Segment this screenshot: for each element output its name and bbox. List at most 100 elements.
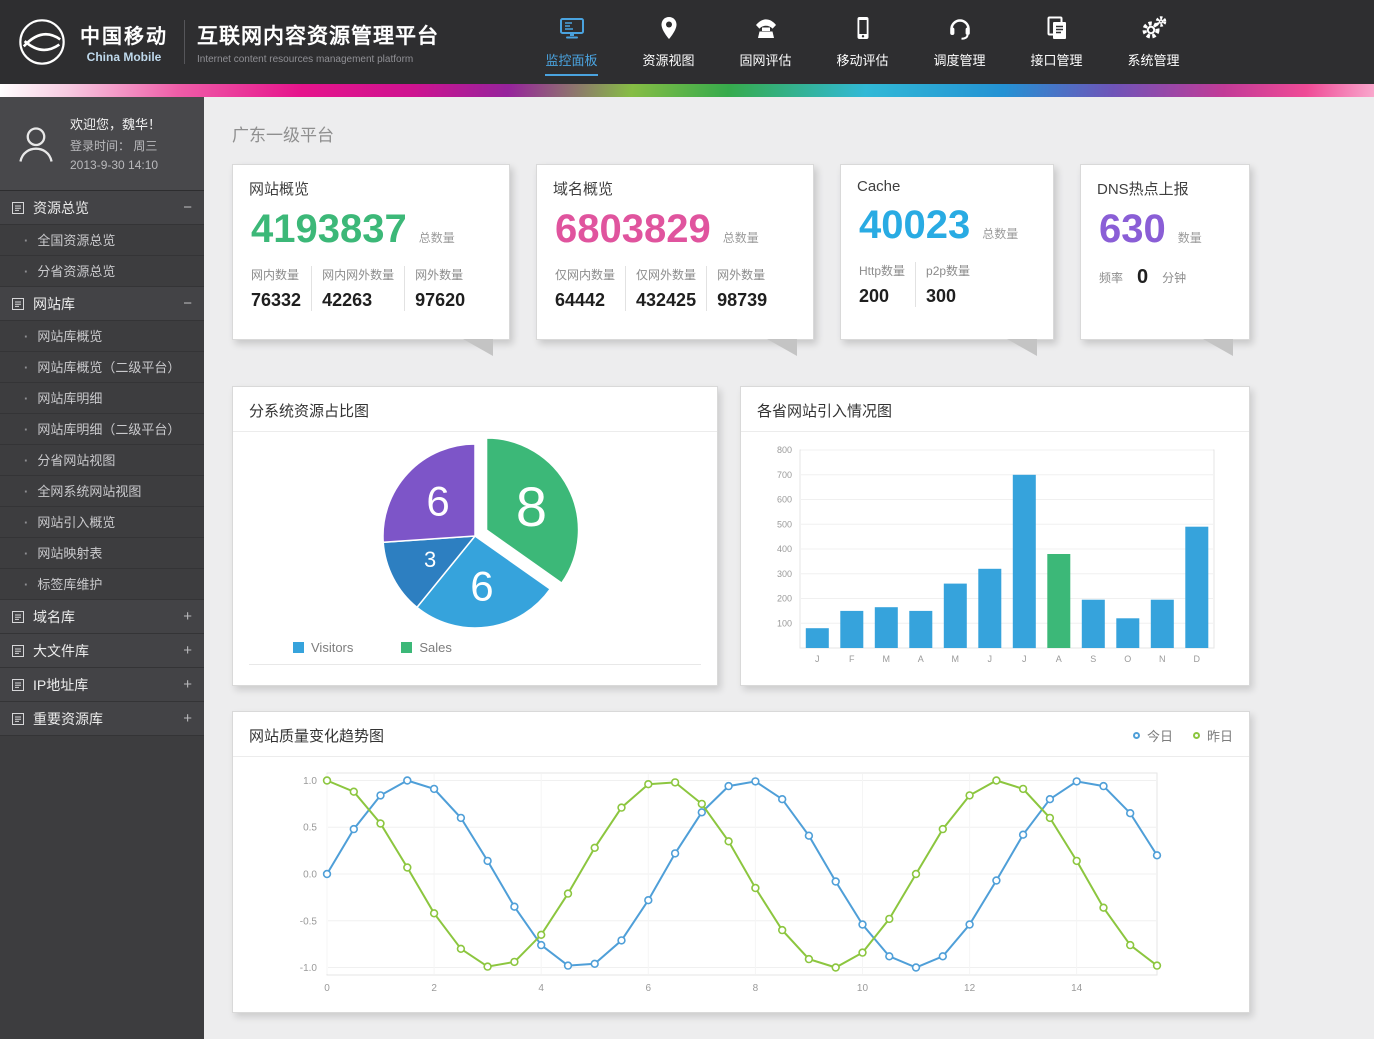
y-tick-label: 700 xyxy=(777,470,792,480)
sidebar-item-website-lib-3[interactable]: 网站库明细（二级平台） xyxy=(0,414,204,445)
x-tick-label: J xyxy=(815,654,820,664)
platform-title: 互联网内容资源管理平台 xyxy=(197,20,439,50)
sidebar-item-website-lib-4[interactable]: 分省网站视图 xyxy=(0,445,204,476)
nav-item-dispatch-mgmt[interactable]: 调度管理 xyxy=(911,9,1008,76)
data-point xyxy=(1073,778,1080,785)
card-big-number: 40023 xyxy=(859,203,970,248)
collapse-minus-icon[interactable]: − xyxy=(183,199,192,216)
data-point xyxy=(779,796,786,803)
y-tick-label: -0.5 xyxy=(300,916,318,927)
sidebar-group-website-lib[interactable]: 网站库− xyxy=(0,287,204,321)
bar-8-S[interactable] xyxy=(1082,600,1105,648)
top-nav: 监控面板资源视图固网评估移动评估调度管理接口管理系统管理 xyxy=(523,9,1202,76)
sidebar-menu-group: IP地址库+ xyxy=(0,668,204,702)
brand: 中国移动 China Mobile 互联网内容资源管理平台 Internet c… xyxy=(0,16,439,68)
bar-10-N[interactable] xyxy=(1151,600,1174,648)
card-title: 网站概览 xyxy=(249,178,493,199)
x-tick-label: F xyxy=(849,654,855,664)
sidebar-item-resource-overview-1[interactable]: 分省资源总览 xyxy=(0,256,204,287)
menu-grid-icon xyxy=(12,645,24,657)
platform-subtitle: Internet content resources management pl… xyxy=(197,54,439,65)
bar-5-J[interactable] xyxy=(978,569,1001,648)
pie-chart-mount: 8636 xyxy=(233,432,717,636)
legend-item-Visitors: Visitors xyxy=(293,640,353,655)
data-point xyxy=(484,858,491,865)
sidebar-group-important-resource-lib[interactable]: 重要资源库+ xyxy=(0,702,204,736)
legend-swatch xyxy=(293,642,304,653)
sidebar-group-resource-overview[interactable]: 资源总览 − xyxy=(0,191,204,225)
bar-4-M[interactable] xyxy=(944,584,967,648)
sidebar-item-website-lib-8[interactable]: 标签库维护 xyxy=(0,569,204,600)
line-legend: 今日昨日 xyxy=(1133,726,1233,745)
nav-item-label: 监控面板 xyxy=(545,50,597,76)
sidebar-item-website-lib-5[interactable]: 全网系统网站视图 xyxy=(0,476,204,507)
nav-item-fixednet-eval[interactable]: 固网评估 xyxy=(717,9,814,76)
expand-plus-icon[interactable]: + xyxy=(183,710,192,727)
nav-item-resource-view[interactable]: 资源视图 xyxy=(620,9,717,76)
stat-card-domain-overview: 域名概览6803829总数量仅网内数量64442仅网外数量432425网外数量9… xyxy=(536,164,814,340)
bar-panel: 各省网站引入情况图 100200300400500600700800JFMAMJ… xyxy=(740,386,1250,686)
expand-plus-icon[interactable]: + xyxy=(183,608,192,625)
bar-0-J[interactable] xyxy=(806,628,829,648)
data-point xyxy=(939,953,946,960)
data-point xyxy=(538,942,545,949)
nav-item-interface-mgmt[interactable]: 接口管理 xyxy=(1008,9,1105,76)
sidebar-item-website-lib-1[interactable]: 网站库概览（二级平台） xyxy=(0,352,204,383)
data-point xyxy=(458,945,465,952)
line-chart: -1.0-0.50.00.51.002468101214 xyxy=(235,759,1247,1007)
data-point xyxy=(993,877,1000,884)
data-point xyxy=(431,786,438,793)
data-point xyxy=(1127,810,1134,817)
card-big-label: 总数量 xyxy=(982,225,1018,242)
y-tick-label: 100 xyxy=(777,618,792,628)
sidebar-item-website-lib-0[interactable]: 网站库概览 xyxy=(0,321,204,352)
bar-panel-header: 各省网站引入情况图 xyxy=(741,387,1249,432)
data-point xyxy=(377,820,384,827)
x-tick-label: 2 xyxy=(431,983,437,994)
expand-plus-icon[interactable]: + xyxy=(183,676,192,693)
sidebar-group-bigfile-lib[interactable]: 大文件库+ xyxy=(0,634,204,668)
bar-chart: 100200300400500600700800JFMAMJJASOND xyxy=(742,436,1248,678)
sidebar-group-ip-address-lib[interactable]: IP地址库+ xyxy=(0,668,204,702)
data-point xyxy=(698,801,705,808)
data-point xyxy=(565,962,572,969)
sidebar-item-website-lib-2[interactable]: 网站库明细 xyxy=(0,383,204,414)
data-point xyxy=(832,878,839,885)
pie-slice-label: 3 xyxy=(424,547,436,572)
menu-grid-icon xyxy=(12,713,24,725)
nav-item-dashboard[interactable]: 监控面板 xyxy=(523,9,620,76)
card-stat: p2p数量300 xyxy=(915,262,980,307)
brand-name-cn: 中国移动 xyxy=(80,20,168,49)
y-tick-label: 800 xyxy=(777,445,792,455)
nav-item-system-mgmt[interactable]: 系统管理 xyxy=(1105,9,1202,76)
bar-6-J[interactable] xyxy=(1013,475,1036,648)
y-tick-label: 200 xyxy=(777,594,792,604)
sidebar-group-label: 资源总览 xyxy=(33,198,89,218)
card-fold-corner xyxy=(767,339,797,356)
platform-title-block: 互联网内容资源管理平台 Internet content resources m… xyxy=(197,20,439,65)
bar-7-A[interactable] xyxy=(1047,554,1070,648)
sidebar-item-resource-overview-0[interactable]: 全国资源总览 xyxy=(0,225,204,256)
pie-legend: VisitorsSales xyxy=(249,636,701,665)
legend-item-昨日: 昨日 xyxy=(1193,726,1233,745)
sidebar-group-domain-lib[interactable]: 域名库+ xyxy=(0,600,204,634)
card-title: Cache xyxy=(857,178,1037,195)
collapse-minus-icon[interactable]: − xyxy=(183,295,192,312)
page-title: 广东一级平台 xyxy=(232,121,1250,146)
nav-item-label: 移动评估 xyxy=(836,50,888,76)
x-tick-label: 0 xyxy=(324,983,330,994)
sidebar-item-website-lib-6[interactable]: 网站引入概览 xyxy=(0,507,204,538)
data-point xyxy=(832,964,839,971)
card-stat: 网外数量97620 xyxy=(404,266,475,311)
bar-3-A[interactable] xyxy=(909,611,932,648)
expand-plus-icon[interactable]: + xyxy=(183,642,192,659)
main-content: 广东一级平台 网站概览4193837总数量网内数量76332网内网外数量4226… xyxy=(204,97,1374,1039)
bar-1-F[interactable] xyxy=(840,611,863,648)
bar-2-M[interactable] xyxy=(875,607,898,648)
bar-9-O[interactable] xyxy=(1116,618,1139,648)
nav-item-mobile-eval[interactable]: 移动评估 xyxy=(814,9,911,76)
data-point xyxy=(618,937,625,944)
bar-11-D[interactable] xyxy=(1185,527,1208,648)
sidebar-item-website-lib-7[interactable]: 网站映射表 xyxy=(0,538,204,569)
content-inner: 广东一级平台 网站概览4193837总数量网内数量76332网内网外数量4226… xyxy=(232,97,1250,1013)
